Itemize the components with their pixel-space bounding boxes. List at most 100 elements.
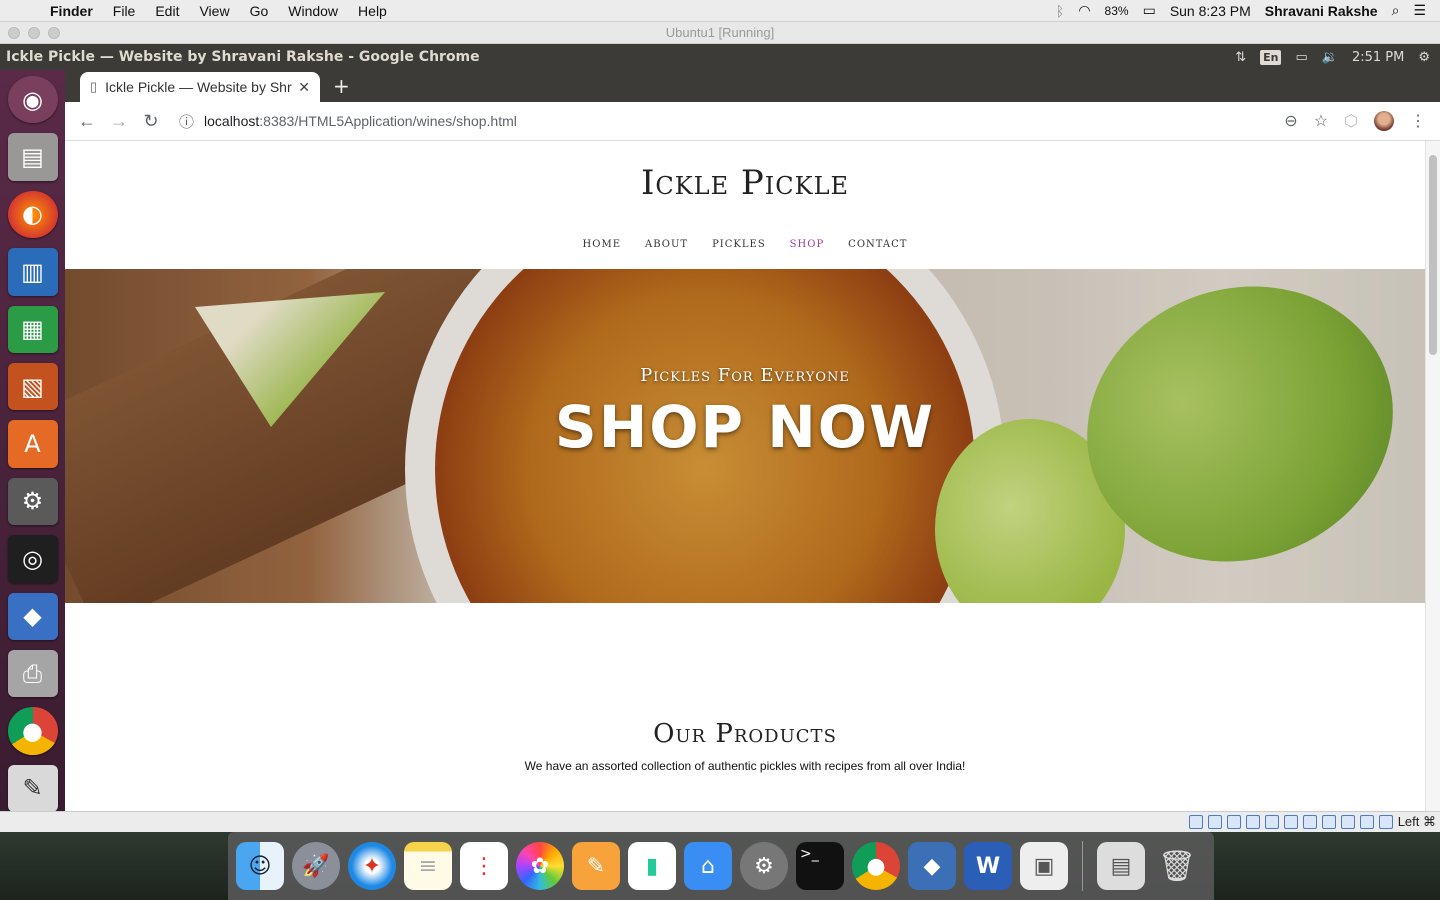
- zoom-icon[interactable]: ⊖: [1284, 111, 1297, 131]
- pages-icon[interactable]: ✎: [572, 842, 620, 890]
- spotlight-search-icon[interactable]: ⌕: [1392, 2, 1400, 19]
- ubuntu-dash-icon[interactable]: ◉: [7, 76, 58, 124]
- finder-icon[interactable]: ☺: [236, 842, 284, 890]
- firefox-icon[interactable]: ◐: [7, 190, 58, 239]
- menu-view[interactable]: View: [189, 3, 239, 19]
- video-capture-icon[interactable]: [1321, 815, 1336, 829]
- text-editor-icon[interactable]: ✎: [7, 764, 58, 813]
- menu-go[interactable]: Go: [240, 3, 279, 19]
- files-icon[interactable]: ▤: [7, 133, 58, 181]
- vm-preview-icon[interactable]: ▣: [1020, 842, 1068, 890]
- minimize-window-button[interactable]: [28, 27, 40, 39]
- volume-icon[interactable]: 🔉: [1322, 50, 1338, 65]
- chrome-menu-icon[interactable]: ⋮: [1410, 111, 1426, 131]
- software-center-icon[interactable]: A: [7, 420, 58, 468]
- word-icon[interactable]: W: [964, 842, 1012, 890]
- menu-window[interactable]: Window: [278, 3, 348, 19]
- url-path: :8383/HTML5Application/wines/shop.html: [259, 113, 517, 129]
- menubar-clock[interactable]: Sun 8:23 PM: [1170, 3, 1251, 19]
- network-adapter-icon[interactable]: [1245, 815, 1260, 829]
- site-nav: HOME ABOUT PICKLES SHOP CONTACT: [65, 239, 1425, 250]
- menu-help[interactable]: Help: [348, 3, 397, 19]
- scrollbar-thumb[interactable]: [1429, 155, 1437, 355]
- chrome-dock-icon[interactable]: ●: [852, 842, 900, 890]
- shop-now-button[interactable]: SHOP NOW: [65, 393, 1425, 461]
- notes-icon[interactable]: ≡: [404, 842, 452, 890]
- new-tab-button[interactable]: +: [333, 74, 350, 98]
- virtualbox-guest-icon[interactable]: ◆: [7, 592, 58, 640]
- address-bar[interactable]: ⓘ localhost:8383/HTML5Application/wines/…: [179, 111, 517, 132]
- downloads-stack-icon[interactable]: ▤: [1097, 842, 1145, 890]
- menubar-user[interactable]: Shravani Rakshe: [1265, 3, 1378, 19]
- close-window-button[interactable]: [8, 27, 20, 39]
- battery-icon[interactable]: ▭: [1143, 2, 1156, 19]
- launchpad-icon[interactable]: 🚀: [292, 842, 340, 890]
- menu-app-name[interactable]: Finder: [40, 3, 103, 19]
- battery-indicator-icon[interactable]: ▭: [1295, 50, 1307, 65]
- keynote-icon[interactable]: ⌂: [684, 842, 732, 890]
- extension-icon[interactable]: ⬡: [1344, 111, 1358, 131]
- system-settings-icon[interactable]: ⚙: [7, 477, 58, 526]
- chrome-toolbar: ← → ↻ ⓘ localhost:8383/HTML5Application/…: [65, 102, 1440, 141]
- notification-center-icon[interactable]: ☰: [1413, 2, 1426, 19]
- keyboard-capture-icon[interactable]: [1378, 815, 1393, 829]
- nav-contact[interactable]: CONTACT: [848, 239, 907, 250]
- nav-about[interactable]: ABOUT: [645, 239, 688, 250]
- mac-menubar: Finder File Edit View Go Window Help ᛒ ◠…: [0, 0, 1440, 22]
- reload-button[interactable]: ↻: [135, 111, 167, 132]
- mac-dock: ☺ 🚀 ✦ ≡ ⋮ ✿ ✎ ▮ ⌂ ⚙ >_ ● ◆ W ▣ ▤ 🗑: [228, 832, 1214, 900]
- profile-avatar[interactable]: [1374, 111, 1394, 131]
- chrome-icon[interactable]: ●: [7, 707, 58, 755]
- usb-icon[interactable]: [1264, 815, 1279, 829]
- trash-icon[interactable]: 🗑: [1153, 842, 1201, 890]
- system-settings-gear-icon[interactable]: ⚙: [1418, 50, 1430, 65]
- bluetooth-icon[interactable]: ᛒ: [1056, 3, 1064, 19]
- webcam-icon[interactable]: ◎: [7, 535, 58, 583]
- nav-pickles[interactable]: PICKLES: [712, 239, 766, 250]
- page-scrollbar[interactable]: [1425, 141, 1440, 811]
- menu-edit[interactable]: Edit: [145, 3, 189, 19]
- ubuntu-clock[interactable]: 2:51 PM: [1352, 50, 1404, 65]
- zoom-window-button[interactable]: [48, 27, 60, 39]
- hero-banner: Pickles For Everyone SHOP NOW: [65, 269, 1425, 603]
- virtualbox-icon[interactable]: ◆: [908, 842, 956, 890]
- photos-icon[interactable]: ✿: [516, 842, 564, 890]
- bookmark-star-icon[interactable]: ☆: [1314, 111, 1328, 131]
- safari-icon[interactable]: ✦: [348, 842, 396, 890]
- libreoffice-writer-icon[interactable]: ▥: [7, 248, 58, 296]
- printer-icon[interactable]: ⎙: [7, 649, 58, 698]
- optical-drive-icon[interactable]: [1207, 815, 1222, 829]
- browser-tab[interactable]: ▯ Ickle Pickle — Website by Shravani Rak…: [80, 72, 320, 102]
- numbers-icon[interactable]: ▮: [628, 842, 676, 890]
- libreoffice-impress-icon[interactable]: ▧: [7, 362, 58, 411]
- wifi-icon[interactable]: ◠: [1078, 2, 1090, 19]
- display-icon[interactable]: [1302, 815, 1317, 829]
- audio-icon[interactable]: [1226, 815, 1241, 829]
- cpu-icon[interactable]: [1340, 815, 1355, 829]
- mouse-integration-icon[interactable]: [1359, 815, 1374, 829]
- shared-folders-icon[interactable]: [1283, 815, 1298, 829]
- back-button[interactable]: ←: [71, 111, 103, 132]
- nav-home[interactable]: HOME: [583, 239, 621, 250]
- status-area: ᛒ ◠ 83% ▭ Sun 8:23 PM Shravani Rakshe ⌕ …: [1056, 2, 1440, 19]
- menu-file[interactable]: File: [103, 3, 146, 19]
- close-tab-icon[interactable]: ✕: [298, 79, 310, 96]
- reminders-icon[interactable]: ⋮: [460, 842, 508, 890]
- forward-button[interactable]: →: [103, 111, 135, 132]
- terminal-icon[interactable]: >_: [796, 842, 844, 890]
- system-preferences-icon[interactable]: ⚙: [740, 842, 788, 890]
- battery-percent[interactable]: 83%: [1105, 4, 1129, 18]
- site-title[interactable]: Ickle Pickle: [65, 163, 1425, 203]
- libreoffice-calc-icon[interactable]: ▦: [7, 305, 58, 353]
- nav-shop[interactable]: SHOP: [790, 239, 825, 250]
- products-heading: Our Products: [653, 719, 837, 749]
- keyboard-layout-indicator[interactable]: En: [1260, 49, 1282, 65]
- hard-disk-icon[interactable]: [1188, 815, 1203, 829]
- ubuntu-top-panel: Ickle Pickle — Website by Shravani Raksh…: [0, 44, 1440, 70]
- vbox-window-title: Ubuntu1 [Running]: [665, 25, 775, 40]
- site-info-icon[interactable]: ⓘ: [179, 111, 194, 132]
- ubuntu-window-title: Ickle Pickle — Website by Shravani Raksh…: [6, 49, 480, 65]
- network-transfer-icon[interactable]: ⇅: [1235, 50, 1246, 65]
- products-subtitle: We have an assorted collection of authen…: [524, 759, 966, 773]
- traffic-lights: [8, 27, 60, 39]
